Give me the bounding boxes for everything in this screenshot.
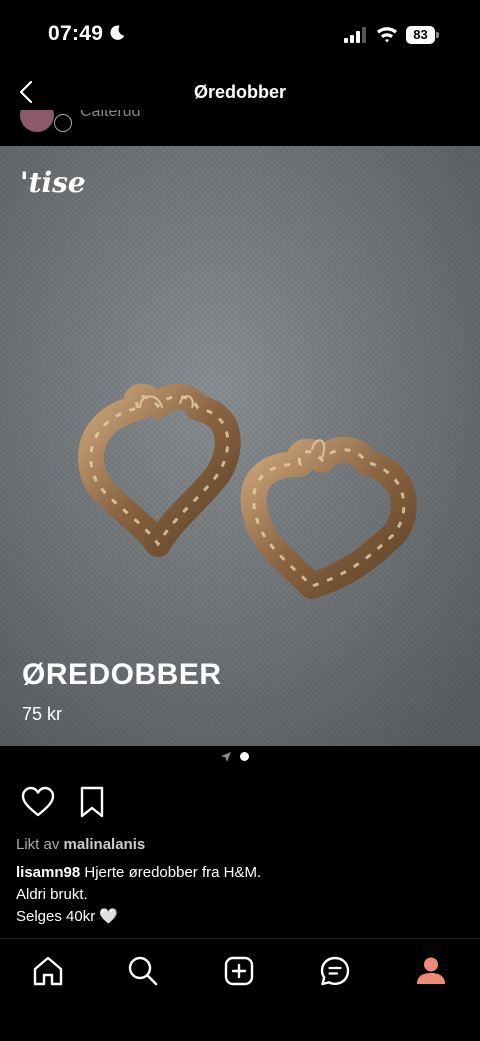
home-icon [33, 956, 63, 986]
tab-search[interactable] [123, 951, 163, 991]
earrings-image [0, 146, 480, 746]
pager-dot-active [240, 752, 249, 761]
heart-icon [21, 786, 55, 817]
product-photo[interactable]: 'tise ØREDOBBER 75 kr [0, 146, 480, 746]
profile-row[interactable]: Calterud [0, 110, 480, 146]
caption-line-1: Hjerte øredobber fra H&M. [84, 864, 262, 881]
tab-chat[interactable] [315, 951, 355, 991]
tise-watermark: 'tise [20, 166, 86, 199]
post-actions [0, 780, 480, 824]
battery-indicator: 83 [406, 26, 440, 44]
like-button[interactable] [20, 784, 56, 820]
profile-icon [417, 957, 445, 984]
tab-home[interactable] [28, 951, 68, 991]
product-price: 75 kr [22, 704, 63, 724]
caption-line-3: Selges 40kr 🤍 [16, 908, 119, 925]
moon-icon [110, 25, 125, 40]
liked-by-prefix: Likt av [16, 836, 60, 853]
add-icon [224, 956, 254, 986]
product-title: ØREDOBBER [22, 658, 222, 691]
bookmark-icon [80, 786, 104, 818]
search-icon [128, 956, 158, 986]
battery-level: 83 [413, 27, 428, 42]
caption-line-2: Aldri brukt. [16, 886, 88, 903]
chevron-left-icon [19, 80, 33, 104]
chat-icon [320, 956, 350, 986]
carousel-pager[interactable] [220, 750, 260, 764]
wifi-icon [377, 27, 397, 43]
verified-icon [54, 114, 72, 132]
liked-by-user[interactable]: malinalanis [64, 836, 146, 853]
post-caption: lisamn98 Hjerte øredobber fra H&M. Aldri… [16, 862, 466, 928]
profile-username[interactable]: Calterud [80, 110, 140, 121]
status-bar: 07:49 83 [0, 0, 480, 70]
signal-icon [344, 27, 366, 43]
save-button[interactable] [74, 784, 110, 820]
tab-profile[interactable] [411, 951, 451, 991]
avatar[interactable] [20, 110, 54, 132]
back-button[interactable] [12, 76, 40, 108]
liked-by[interactable]: Likt av malinalanis [16, 836, 145, 853]
page-title: Øredobber [193, 82, 286, 102]
location-arrow-icon [221, 752, 231, 762]
tab-add[interactable] [219, 951, 259, 991]
status-time: 07:49 [48, 22, 104, 45]
caption-username[interactable]: lisamn98 [16, 864, 80, 881]
